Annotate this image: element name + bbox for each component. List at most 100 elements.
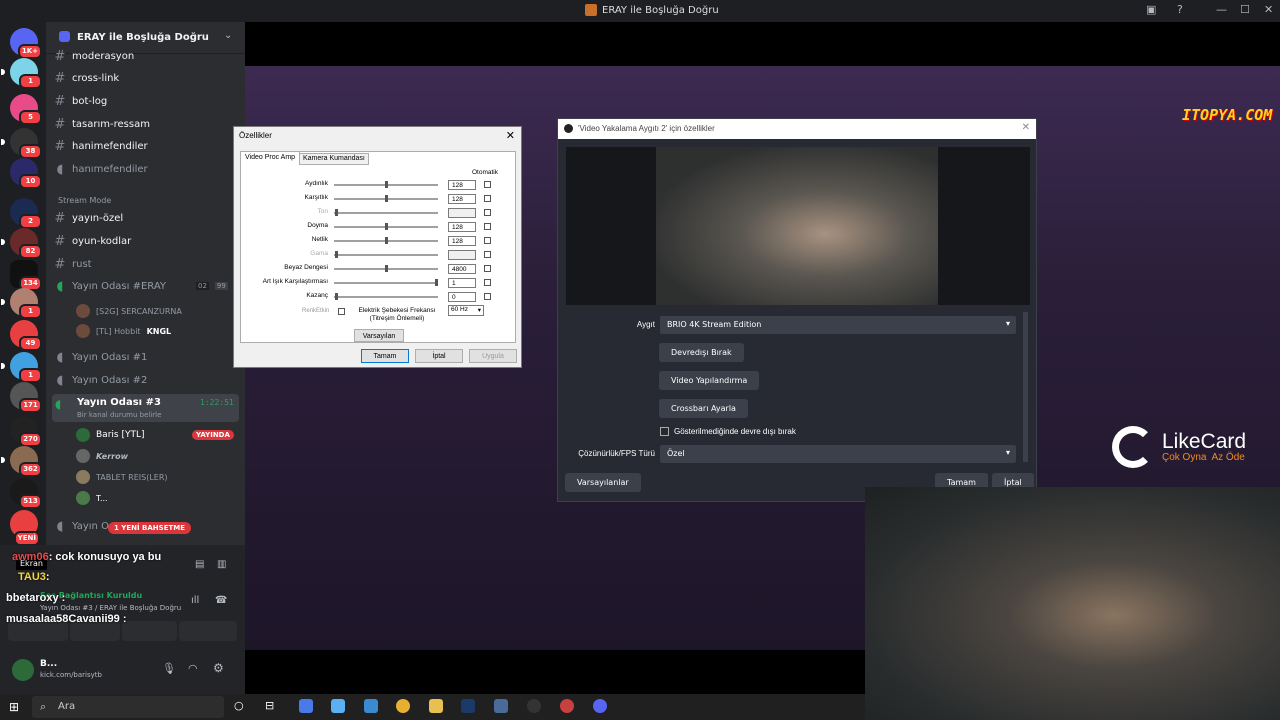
- property-value[interactable]: 0: [448, 292, 476, 302]
- voice-channel[interactable]: ◖ Yayın O: [54, 516, 109, 536]
- video-config-button[interactable]: Video Yapılandırma: [659, 371, 760, 390]
- disconnect-icon[interactable]: ☎: [215, 595, 227, 606]
- property-value[interactable]: 1: [448, 278, 476, 288]
- voice-user[interactable]: [S2G] SERCANZURNA: [76, 304, 182, 318]
- auto-checkbox[interactable]: [484, 265, 491, 272]
- mention-badge[interactable]: 1 YENİ BAHSETME: [108, 522, 192, 534]
- close-icon[interactable]: ✕: [1022, 122, 1030, 133]
- channel-item[interactable]: # moderasyon: [54, 46, 135, 66]
- property-value[interactable]: 128: [448, 222, 476, 232]
- store-icon[interactable]: [364, 699, 378, 713]
- auto-checkbox[interactable]: [484, 181, 491, 188]
- channel-item[interactable]: # rust: [54, 254, 92, 274]
- channel-item[interactable]: # yayın-özel: [54, 208, 124, 228]
- voice-channel[interactable]: ◖ Yayın Odası #1: [54, 347, 148, 367]
- slider-thumb[interactable]: [335, 209, 338, 216]
- windows-start-icon[interactable]: ⊞: [9, 700, 19, 714]
- steam-icon[interactable]: [461, 699, 475, 713]
- property-value[interactable]: 128: [448, 180, 476, 190]
- apply-button[interactable]: Uygula: [469, 349, 517, 363]
- server-icon[interactable]: 513: [10, 478, 42, 509]
- folder-icon[interactable]: [429, 699, 443, 713]
- voice-user[interactable]: [TL] Hobbit KNGL: [76, 324, 171, 338]
- channel-item[interactable]: # oyun-kodlar: [54, 231, 132, 251]
- category-header[interactable]: Stream Mode: [58, 190, 111, 210]
- chrome-icon[interactable]: [560, 699, 574, 713]
- property-slider[interactable]: [334, 209, 438, 216]
- property-value[interactable]: 128: [448, 194, 476, 204]
- auto-checkbox[interactable]: [484, 251, 491, 258]
- ok-button[interactable]: Tamam: [361, 349, 409, 363]
- channel-item[interactable]: ◖ hanımefendiler: [54, 159, 148, 179]
- server-icon[interactable]: 82: [1, 228, 42, 259]
- property-value[interactable]: 4800: [448, 264, 476, 274]
- property-slider[interactable]: [334, 195, 438, 202]
- slider-thumb[interactable]: [335, 251, 338, 258]
- auto-checkbox[interactable]: [484, 293, 491, 300]
- hide-disable-checkbox[interactable]: [660, 427, 669, 436]
- server-icon[interactable]: 5: [10, 94, 42, 125]
- disable-button[interactable]: Devredışı Bırak: [659, 343, 744, 362]
- property-slider[interactable]: [334, 223, 438, 230]
- active-voice-channel[interactable]: ◖ Yayın Odası #3 1:22:51 Bir kanal durum…: [52, 394, 239, 422]
- channel-item[interactable]: # tasarım-ressam: [54, 114, 150, 134]
- voice-user[interactable]: T...: [76, 491, 108, 505]
- server-icon[interactable]: 38: [1, 128, 42, 159]
- slider-thumb[interactable]: [385, 265, 388, 272]
- auto-checkbox[interactable]: [484, 279, 491, 286]
- gear-icon[interactable]: ⚙: [213, 661, 224, 675]
- chat-icon[interactable]: ▤: [195, 559, 204, 570]
- popout-icon[interactable]: ▥: [217, 559, 226, 570]
- headphones-icon[interactable]: ◠: [188, 662, 198, 675]
- auto-checkbox[interactable]: [484, 223, 491, 230]
- taskbar-search[interactable]: ⌕ Ara: [32, 696, 224, 718]
- server-icon[interactable]: 171: [10, 382, 42, 413]
- signal-icon[interactable]: ıll: [191, 595, 199, 606]
- avatar[interactable]: [12, 659, 34, 681]
- soundboard-button[interactable]: [179, 621, 237, 641]
- property-value[interactable]: [448, 208, 476, 218]
- obs-icon[interactable]: [527, 699, 541, 713]
- tab-camera-control[interactable]: Kamera Kumandası: [299, 153, 369, 165]
- channel-item[interactable]: # hanimefendiler: [54, 136, 148, 156]
- property-value[interactable]: [448, 250, 476, 260]
- discord-icon[interactable]: [593, 699, 607, 713]
- slider-thumb[interactable]: [435, 279, 438, 286]
- crossbar-button[interactable]: Crossbarı Ayarla: [659, 399, 748, 418]
- task-view-icon[interactable]: ○: [234, 699, 244, 712]
- inbox-icon[interactable]: ▣: [1146, 3, 1156, 16]
- server-icon[interactable]: 1: [1, 352, 42, 383]
- property-slider[interactable]: [334, 237, 438, 244]
- device-select[interactable]: BRIO 4K Stream Edition ▾: [660, 316, 1016, 334]
- scrollbar[interactable]: [1023, 312, 1028, 462]
- activities-button[interactable]: [122, 621, 177, 641]
- property-value[interactable]: 128: [448, 236, 476, 246]
- property-slider[interactable]: [334, 279, 438, 286]
- minimize-button[interactable]: —: [1216, 3, 1227, 16]
- server-icon[interactable]: 362: [1, 446, 42, 477]
- property-slider[interactable]: [334, 293, 438, 300]
- voice-channel[interactable]: ◖ Yayın Odası #2: [54, 370, 148, 390]
- close-icon[interactable]: ✕: [506, 129, 515, 142]
- property-slider[interactable]: [334, 265, 438, 272]
- close-button[interactable]: ✕: [1264, 3, 1273, 16]
- color-enable-checkbox[interactable]: [338, 308, 345, 315]
- server-icon[interactable]: 134: [10, 260, 42, 291]
- resolution-type-select[interactable]: Özel ▾: [660, 445, 1016, 463]
- server-icon[interactable]: 1: [1, 58, 42, 89]
- server-icon[interactable]: 1K+: [10, 28, 42, 59]
- auto-checkbox[interactable]: [484, 195, 491, 202]
- server-icon[interactable]: 1: [1, 288, 42, 319]
- voice-user[interactable]: TABLET REIS(LER): [76, 470, 168, 484]
- maximize-button[interactable]: ☐: [1240, 3, 1250, 16]
- slider-thumb[interactable]: [385, 195, 388, 202]
- server-icon[interactable]: 10: [10, 158, 42, 189]
- widgets-icon[interactable]: ⊟: [265, 699, 274, 712]
- voice-user[interactable]: Baris [YTL]: [76, 428, 144, 442]
- voice-channel[interactable]: ◖ Yayın Odası #ERAY 02 99: [54, 276, 228, 296]
- tab-video-proc-amp[interactable]: Video Proc Amp: [240, 151, 301, 165]
- server-icon[interactable]: 2: [10, 198, 42, 229]
- app-icon[interactable]: [494, 699, 508, 713]
- defaults-button[interactable]: Varsayılan: [354, 329, 404, 342]
- server-icon[interactable]: 49: [10, 320, 42, 351]
